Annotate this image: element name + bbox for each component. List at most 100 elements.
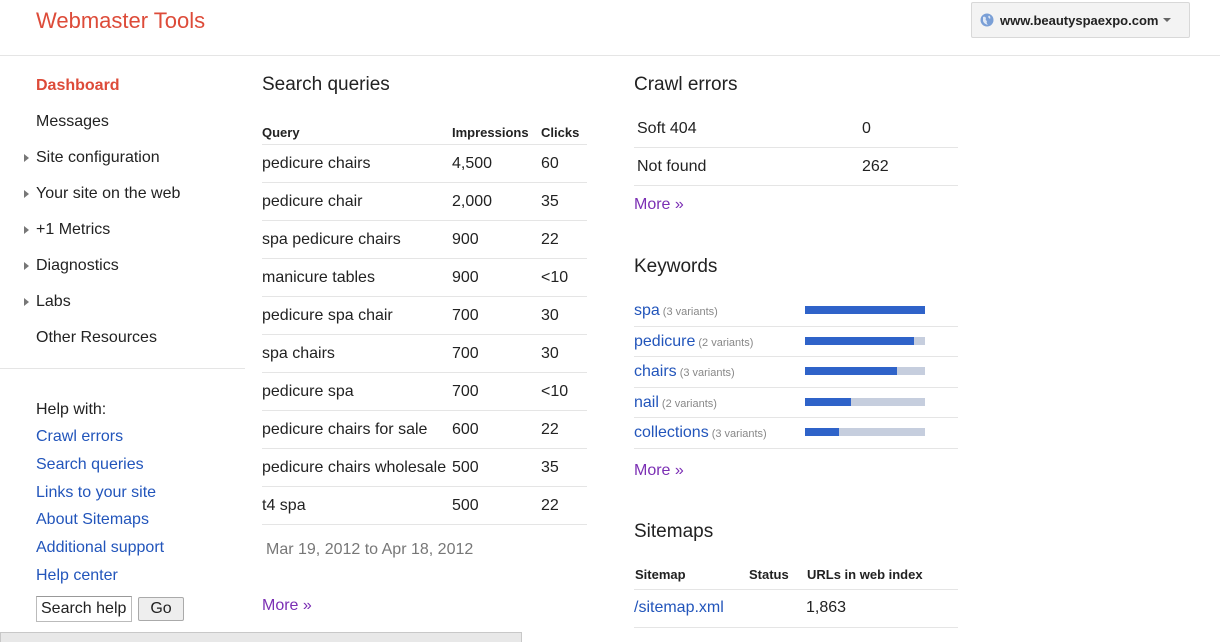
query-cell: spa chairs bbox=[262, 345, 335, 362]
keywords-list: spa (3 variants) pedicure (2 variants) cha… bbox=[634, 296, 958, 449]
keyword-variants: (2 variants) bbox=[661, 397, 717, 410]
sidebar-item-your-site-on-the-web[interactable]: Your site on the web bbox=[0, 178, 245, 214]
search-queries-title: Search queries bbox=[262, 74, 390, 95]
help-title: Help with: bbox=[36, 401, 107, 418]
table-row: pedicure chairs wholesale 500 35 bbox=[262, 449, 587, 487]
table-row: spa pedicure chairs 900 22 bbox=[262, 221, 587, 259]
sidebar-item-labs[interactable]: Labs bbox=[0, 286, 245, 322]
expand-arrow-icon bbox=[24, 226, 29, 234]
crawl-errors-title: Crawl errors bbox=[634, 74, 738, 95]
sidebar-item-label: Other Resources bbox=[36, 329, 157, 346]
sitemaps-title: Sitemaps bbox=[634, 521, 714, 542]
keyword-variants: (3 variants) bbox=[662, 306, 718, 318]
column-header-query: Query bbox=[262, 125, 300, 140]
expand-arrow-icon bbox=[24, 262, 29, 270]
crawl-errors-more-link[interactable]: More » bbox=[634, 196, 684, 214]
expand-arrow-icon bbox=[24, 298, 29, 306]
sidebar-item-label: +1 Metrics bbox=[36, 221, 111, 238]
help-link-about-sitemaps[interactable]: About Sitemaps bbox=[36, 510, 236, 538]
list-item: collections (3 variants) bbox=[634, 418, 958, 449]
impressions-cell: 700 bbox=[452, 307, 479, 324]
column-header-status: Status bbox=[749, 567, 789, 582]
keyword-link[interactable]: nail bbox=[634, 394, 659, 411]
column-header-clicks: Clicks bbox=[541, 125, 580, 140]
sidebar-item-label: Your site on the web bbox=[36, 185, 181, 202]
keyword-variants: (3 variants) bbox=[711, 428, 767, 441]
sitemap-urls: 1,863 bbox=[806, 599, 847, 616]
significance-fill bbox=[805, 397, 851, 406]
keyword-link[interactable]: chairs bbox=[634, 363, 677, 380]
keyword-link[interactable]: pedicure bbox=[634, 333, 695, 350]
sidebar-item-plus1-metrics[interactable]: +1 Metrics bbox=[0, 214, 245, 250]
significance-bar bbox=[805, 336, 925, 345]
crawl-errors-panel: Crawl errors Soft 404 0 Not found 262 bbox=[634, 74, 958, 186]
sidebar-item-dashboard[interactable]: Dashboard bbox=[0, 70, 245, 106]
clicks-cell: 35 bbox=[541, 459, 559, 476]
clicks-cell: 60 bbox=[541, 155, 559, 172]
query-cell: manicure tables bbox=[262, 269, 375, 286]
globe-icon bbox=[980, 13, 994, 27]
go-button[interactable]: Go bbox=[138, 597, 184, 621]
clicks-cell: 30 bbox=[541, 307, 559, 324]
query-cell: t4 spa bbox=[262, 497, 306, 514]
sidebar-item-diagnostics[interactable]: Diagnostics bbox=[0, 250, 245, 286]
impressions-cell: 600 bbox=[452, 421, 479, 438]
search-queries-more-link[interactable]: More » bbox=[262, 597, 312, 615]
list-item: pedicure (2 variants) bbox=[634, 327, 958, 358]
list-item: chairs (3 variants) bbox=[634, 357, 958, 388]
query-cell: spa pedicure chairs bbox=[262, 231, 401, 248]
crawl-error-value: 0 bbox=[862, 120, 871, 137]
sidebar-item-label: Site configuration bbox=[36, 149, 160, 166]
query-cell: pedicure chairs wholesale bbox=[262, 459, 447, 476]
sidebar-item-label: Labs bbox=[36, 293, 71, 310]
significance-fill bbox=[805, 336, 915, 345]
sidebar-item-other-resources[interactable]: Other Resources bbox=[0, 322, 245, 358]
clicks-cell: 35 bbox=[541, 193, 559, 210]
site-selector[interactable]: www.beautyspaexpo.com bbox=[971, 2, 1190, 38]
impressions-cell: 500 bbox=[452, 497, 479, 514]
table-row: pedicure spa 700 <10 bbox=[262, 373, 587, 411]
clicks-cell: 22 bbox=[541, 497, 559, 514]
expand-arrow-icon bbox=[24, 154, 29, 162]
help-link-search-queries[interactable]: Search queries bbox=[36, 455, 236, 483]
significance-fill bbox=[805, 428, 839, 437]
help-link-crawl-errors[interactable]: Crawl errors bbox=[36, 427, 236, 455]
clicks-cell: 22 bbox=[541, 421, 559, 438]
keywords-more-link[interactable]: More » bbox=[634, 462, 684, 480]
search-help-input[interactable] bbox=[36, 596, 132, 622]
impressions-cell: 700 bbox=[452, 345, 479, 362]
site-url: www.beautyspaexpo.com bbox=[1000, 12, 1159, 28]
table-header: Sitemap Status URLs in web index bbox=[634, 564, 958, 590]
keyword-link[interactable]: collections bbox=[634, 424, 709, 441]
clicks-cell: 22 bbox=[541, 231, 559, 248]
sidebar-divider bbox=[0, 368, 245, 369]
impressions-cell: 700 bbox=[452, 383, 479, 400]
column-header-sitemap: Sitemap bbox=[635, 567, 686, 582]
help-link-help-center[interactable]: Help center bbox=[36, 566, 236, 594]
help-link-links-to-your-site[interactable]: Links to your site bbox=[36, 483, 236, 511]
clicks-cell: <10 bbox=[541, 383, 569, 400]
table-row: manicure tables 900 <10 bbox=[262, 259, 587, 297]
sidebar-item-site-configuration[interactable]: Site configuration bbox=[0, 142, 245, 178]
help-link-additional-support[interactable]: Additional support bbox=[36, 538, 236, 566]
keyword-link[interactable]: spa bbox=[634, 302, 660, 319]
query-cell: pedicure spa chair bbox=[262, 307, 393, 324]
significance-bar bbox=[805, 306, 925, 314]
table-row: spa chairs 700 30 bbox=[262, 335, 587, 373]
list-item: spa (3 variants) bbox=[634, 296, 958, 327]
keywords-title: Keywords bbox=[634, 256, 718, 277]
crawl-error-label: Soft 404 bbox=[637, 120, 697, 137]
query-cell: pedicure chairs for sale bbox=[262, 421, 428, 438]
search-queries-panel: Search queries Query Impressions Clicks … bbox=[262, 74, 587, 525]
impressions-cell: 900 bbox=[452, 269, 479, 286]
list-item: nail (2 variants) bbox=[634, 388, 958, 419]
crawl-error-label: Not found bbox=[637, 158, 707, 175]
app-title[interactable]: Webmaster Tools bbox=[36, 8, 205, 34]
sitemap-link[interactable]: /sitemap.xml bbox=[634, 590, 748, 627]
table-row: Not found 262 bbox=[634, 148, 958, 186]
sidebar-item-messages[interactable]: Messages bbox=[0, 106, 245, 142]
chevron-down-icon bbox=[1163, 18, 1172, 22]
sidebar-item-label: Messages bbox=[36, 113, 109, 130]
sidebar-item-label: Diagnostics bbox=[36, 257, 119, 274]
significance-bar bbox=[805, 367, 925, 376]
